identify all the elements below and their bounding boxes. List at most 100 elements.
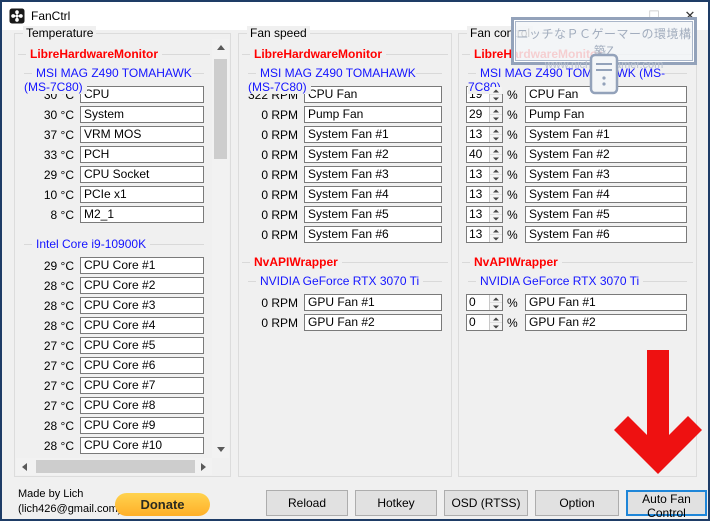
sensor-name-field[interactable]: CPU Core #6 bbox=[80, 357, 204, 374]
spinner-up-button[interactable] bbox=[490, 227, 502, 235]
app-icon[interactable] bbox=[9, 8, 25, 24]
device-header: NVIDIA GeForce RTX 3070 Ti bbox=[248, 274, 442, 289]
hotkey-button[interactable]: Hotkey bbox=[355, 490, 437, 516]
sensor-name-field[interactable]: GPU Fan #1 bbox=[525, 294, 687, 311]
fan-percent-spinner[interactable]: 29 bbox=[466, 106, 503, 123]
sensor-value-label: 0 RPM bbox=[246, 316, 298, 330]
vertical-scroll-thumb[interactable] bbox=[214, 59, 227, 159]
scroll-left-button[interactable] bbox=[16, 458, 33, 475]
sensor-name-field[interactable]: System Fan #6 bbox=[304, 226, 442, 243]
spinner-up-button[interactable] bbox=[490, 207, 502, 215]
sensor-value-label: 27 °C bbox=[22, 399, 74, 413]
source-title-label: LibreHardwareMonitor bbox=[250, 47, 386, 61]
sensor-name-field[interactable]: CPU Socket bbox=[80, 166, 204, 183]
sensor-name-field[interactable]: System Fan #3 bbox=[525, 166, 687, 183]
sensor-name-field[interactable]: CPU Core #3 bbox=[80, 297, 204, 314]
chevron-up-icon bbox=[217, 45, 225, 50]
sensor-name-field[interactable]: System Fan #5 bbox=[304, 206, 442, 223]
sensor-name-field[interactable]: System Fan #4 bbox=[525, 186, 687, 203]
donate-button[interactable]: Donate bbox=[115, 493, 210, 516]
scroll-up-button[interactable] bbox=[212, 39, 229, 56]
sensor-value-label: 0 RPM bbox=[246, 148, 298, 162]
fan-percent-spinner[interactable]: 40 bbox=[466, 146, 503, 163]
option-button[interactable]: Option bbox=[535, 490, 619, 516]
sensor-name-field[interactable]: System bbox=[80, 106, 204, 123]
scroll-right-button[interactable] bbox=[195, 458, 212, 475]
fan-percent-spinner[interactable]: 13 bbox=[466, 166, 503, 183]
sensor-value-label: 0 RPM bbox=[246, 208, 298, 222]
email-label: (lich426@gmail.com) bbox=[18, 502, 121, 517]
sensor-name-field[interactable]: CPU Fan bbox=[304, 86, 442, 103]
spinner-down-button[interactable] bbox=[490, 155, 502, 162]
sensor-name-field[interactable]: CPU Core #9 bbox=[80, 417, 204, 434]
sensor-name-field[interactable]: CPU Core #4 bbox=[80, 317, 204, 334]
fan-percent-spinner[interactable]: 13 bbox=[466, 126, 503, 143]
sensor-value-label: 28 °C bbox=[22, 279, 74, 293]
spinner-value: 0 bbox=[467, 315, 489, 330]
spinner-up-button[interactable] bbox=[490, 87, 502, 95]
spinner-down-button[interactable] bbox=[490, 115, 502, 122]
spinner-up-button[interactable] bbox=[490, 187, 502, 195]
sensor-name-field[interactable]: System Fan #3 bbox=[304, 166, 442, 183]
horizontal-scrollbar[interactable] bbox=[16, 458, 212, 475]
spinner-value: 29 bbox=[467, 107, 489, 122]
sensor-value-label: 0 RPM bbox=[246, 168, 298, 182]
sensor-value-label: 28 °C bbox=[22, 319, 74, 333]
sensor-value-label: 33 °C bbox=[22, 148, 74, 162]
chevron-right-icon bbox=[201, 463, 206, 471]
fan-percent-spinner[interactable]: 13 bbox=[466, 186, 503, 203]
fan-percent-spinner[interactable]: 0 bbox=[466, 314, 503, 331]
spinner-up-button[interactable] bbox=[490, 107, 502, 115]
sensor-name-field[interactable]: CPU Core #7 bbox=[80, 377, 204, 394]
sensor-name-field[interactable]: M2_1 bbox=[80, 206, 204, 223]
sensor-name-field[interactable]: PCH bbox=[80, 146, 204, 163]
temperature-panel: Temperature LibreHardwareMonitorMSI MAG … bbox=[14, 33, 231, 477]
fan-percent-spinner[interactable]: 0 bbox=[466, 294, 503, 311]
device-title-label: NVIDIA GeForce RTX 3070 Ti bbox=[256, 274, 423, 288]
spinner-up-button[interactable] bbox=[490, 127, 502, 135]
vertical-scrollbar[interactable] bbox=[212, 39, 229, 458]
reload-button[interactable]: Reload bbox=[266, 490, 348, 516]
fan-percent-spinner[interactable]: 13 bbox=[466, 206, 503, 223]
sensor-name-field[interactable]: System Fan #1 bbox=[304, 126, 442, 143]
spinner-down-button[interactable] bbox=[490, 195, 502, 202]
spinner-down-button[interactable] bbox=[490, 135, 502, 142]
sensor-name-field[interactable]: CPU Core #1 bbox=[80, 257, 204, 274]
sensor-name-field[interactable]: CPU Core #10 bbox=[80, 437, 204, 454]
spinner-up-button[interactable] bbox=[490, 147, 502, 155]
sensor-name-field[interactable]: System Fan #4 bbox=[304, 186, 442, 203]
sensor-name-field[interactable]: System Fan #6 bbox=[525, 226, 687, 243]
sensor-name-field[interactable]: VRM MOS bbox=[80, 126, 204, 143]
spinner-down-button[interactable] bbox=[490, 235, 502, 242]
sensor-row: 29%Pump Fan bbox=[466, 106, 687, 123]
sensor-name-field[interactable]: Pump Fan bbox=[525, 106, 687, 123]
horizontal-scroll-thumb[interactable] bbox=[36, 460, 195, 473]
sensor-name-field[interactable]: System Fan #2 bbox=[525, 146, 687, 163]
source-header: LibreHardwareMonitor bbox=[18, 47, 210, 62]
sensor-name-field[interactable]: System Fan #5 bbox=[525, 206, 687, 223]
sensor-name-field[interactable]: CPU bbox=[80, 86, 204, 103]
spinner-down-button[interactable] bbox=[490, 175, 502, 182]
spinner-up-button[interactable] bbox=[490, 167, 502, 175]
spinner-down-button[interactable] bbox=[490, 95, 502, 102]
sensor-name-field[interactable]: CPU Core #2 bbox=[80, 277, 204, 294]
spinner-down-button[interactable] bbox=[490, 323, 502, 330]
sensor-name-field[interactable]: PCIe x1 bbox=[80, 186, 204, 203]
sensor-name-field[interactable]: GPU Fan #2 bbox=[304, 314, 442, 331]
fan-percent-spinner[interactable]: 13 bbox=[466, 226, 503, 243]
sensor-name-field[interactable]: GPU Fan #2 bbox=[525, 314, 687, 331]
sensor-name-field[interactable]: CPU Core #8 bbox=[80, 397, 204, 414]
auto-fan-control-button[interactable]: Auto Fan Control bbox=[626, 490, 707, 516]
sensor-name-field[interactable]: System Fan #1 bbox=[525, 126, 687, 143]
spinner-down-button[interactable] bbox=[490, 303, 502, 310]
sensor-row: 0 RPMSystem Fan #4 bbox=[246, 186, 442, 203]
sensor-name-field[interactable]: GPU Fan #1 bbox=[304, 294, 442, 311]
sensor-name-field[interactable]: CPU Core #5 bbox=[80, 337, 204, 354]
spinner-down-button[interactable] bbox=[490, 215, 502, 222]
spinner-up-button[interactable] bbox=[490, 295, 502, 303]
sensor-name-field[interactable]: System Fan #2 bbox=[304, 146, 442, 163]
scroll-down-button[interactable] bbox=[212, 441, 229, 458]
osd-rtss-button[interactable]: OSD (RTSS) bbox=[444, 490, 528, 516]
sensor-name-field[interactable]: Pump Fan bbox=[304, 106, 442, 123]
spinner-up-button[interactable] bbox=[490, 315, 502, 323]
